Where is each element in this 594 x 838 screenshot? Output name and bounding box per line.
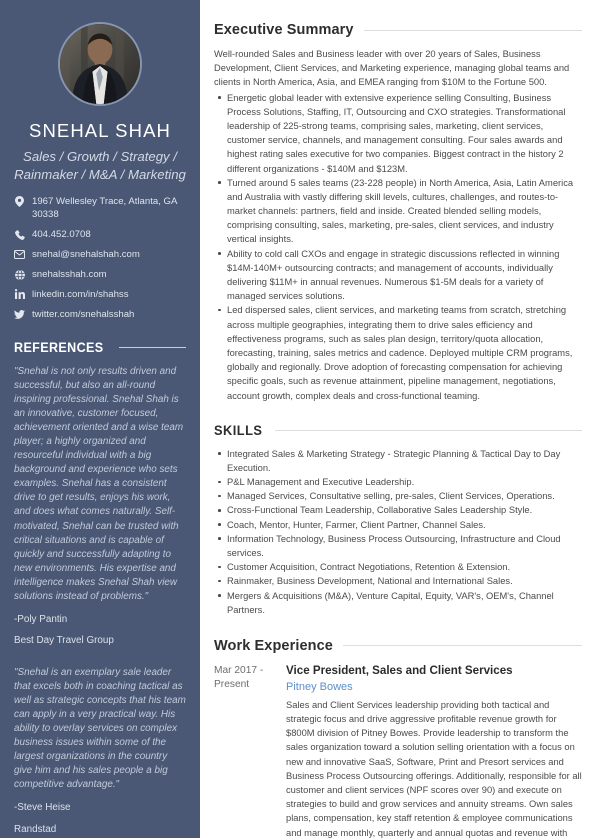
executive-summary-heading-label: Executive Summary bbox=[214, 22, 354, 38]
reference-item: "Snehal is not only results driven and s… bbox=[14, 365, 186, 649]
list-item: Turned around 5 sales teams (23-228 peop… bbox=[214, 176, 582, 247]
reference-author: -Steve Heise bbox=[14, 802, 71, 814]
reference-quote: "Snehal is not only results driven and s… bbox=[14, 365, 184, 602]
executive-summary-bullets: Energetic global leader with extensive e… bbox=[214, 91, 582, 403]
page-title: SNEHAL SHAH bbox=[29, 120, 171, 141]
list-item: Cross-Functional Team Leadership, Collab… bbox=[214, 503, 582, 517]
phone-icon bbox=[14, 229, 25, 240]
contact-email-text: snehal@snehalshah.com bbox=[32, 249, 140, 261]
list-item: Customer Acquisition, Contract Negotiati… bbox=[214, 560, 582, 574]
list-item: Managed Services, Consultative selling, … bbox=[214, 489, 582, 503]
executive-summary-intro: Well-rounded Sales and Business leader w… bbox=[214, 49, 570, 88]
skills-heading: SKILLS bbox=[214, 423, 582, 438]
avatar-container bbox=[14, 22, 186, 106]
work-experience-heading: Work Experience bbox=[214, 638, 582, 654]
reference-quote: "Snehal is an exemplary sale leader that… bbox=[14, 666, 186, 791]
skills-heading-rule bbox=[275, 429, 582, 431]
job-dates: Mar 2017 - Present bbox=[214, 664, 264, 690]
list-item: Led dispersed sales, client services, an… bbox=[214, 303, 582, 402]
reference-org: Best Day Travel Group bbox=[14, 635, 114, 647]
job-detail: Vice President, Sales and Client Service… bbox=[286, 663, 582, 838]
headline-tagline: Sales / Growth / Strategy / Rainmaker / … bbox=[14, 149, 186, 182]
reference-item: "Snehal is an exemplary sale leader that… bbox=[14, 666, 186, 837]
contact-website-text: snehalsshah.com bbox=[32, 269, 107, 281]
twitter-icon bbox=[14, 309, 25, 320]
job-company-link[interactable]: Pitney Bowes bbox=[286, 680, 582, 695]
references-heading-rule bbox=[119, 346, 186, 348]
work-experience-heading-label: Work Experience bbox=[214, 637, 333, 654]
avatar bbox=[58, 22, 142, 106]
work-experience-item: Mar 2017 - Present Vice President, Sales… bbox=[214, 663, 582, 838]
sidebar: SNEHAL SHAH Sales / Growth / Strategy / … bbox=[0, 0, 200, 838]
list-item: Ability to cold call CXOs and engage in … bbox=[214, 247, 582, 304]
executive-summary-heading: Executive Summary bbox=[214, 22, 582, 38]
contact-email[interactable]: snehal@snehalshah.com bbox=[14, 249, 186, 262]
contact-phone[interactable]: 404.452.0708 bbox=[14, 229, 186, 242]
contact-list: 1967 Wellesley Trace, Atlanta, GA 30338 … bbox=[14, 196, 186, 322]
list-item: Rainmaker, Business Development, Nationa… bbox=[214, 574, 582, 588]
email-icon bbox=[14, 249, 25, 260]
contact-address-text: 1967 Wellesley Trace, Atlanta, GA 30338 bbox=[32, 196, 177, 221]
contact-address[interactable]: 1967 Wellesley Trace, Atlanta, GA 30338 bbox=[14, 196, 186, 222]
job-title: Vice President, Sales and Client Service… bbox=[286, 663, 513, 677]
contact-linkedin[interactable]: linkedin.com/in/shahss bbox=[14, 289, 186, 302]
linkedin-icon bbox=[14, 289, 25, 300]
list-item: Mergers & Acquisitions (M&A), Venture Ca… bbox=[214, 589, 582, 617]
skills-heading-label: SKILLS bbox=[214, 422, 263, 438]
section-work-experience: Work Experience Mar 2017 - Present Vice … bbox=[214, 638, 582, 838]
reference-author: -Poly Pantin bbox=[14, 613, 68, 625]
main-content: Executive Summary Well-rounded Sales and… bbox=[200, 0, 594, 838]
list-item: P&L Management and Executive Leadership. bbox=[214, 475, 582, 489]
skills-bullets: Integrated Sales & Marketing Strategy - … bbox=[214, 447, 582, 617]
contact-website[interactable]: snehalsshah.com bbox=[14, 269, 186, 282]
list-item: Information Technology, Business Process… bbox=[214, 532, 582, 560]
references-heading: REFERENCES bbox=[14, 340, 186, 355]
reference-org: Randstad bbox=[14, 823, 57, 835]
references-heading-label: REFERENCES bbox=[14, 339, 104, 355]
portrait-photo-icon bbox=[60, 24, 140, 104]
resume-page: SNEHAL SHAH Sales / Growth / Strategy / … bbox=[0, 0, 594, 838]
section-skills: SKILLS Integrated Sales & Marketing Stra… bbox=[214, 423, 582, 617]
contact-twitter[interactable]: twitter.com/snehalsshah bbox=[14, 309, 186, 322]
work-experience-heading-rule bbox=[342, 645, 582, 647]
contact-twitter-text: twitter.com/snehalsshah bbox=[32, 308, 135, 320]
list-item: Energetic global leader with extensive e… bbox=[214, 91, 582, 176]
globe-icon bbox=[14, 269, 25, 280]
list-item: Integrated Sales & Marketing Strategy - … bbox=[214, 447, 582, 475]
job-description: Sales and Client Services leadership pro… bbox=[286, 699, 582, 838]
executive-summary-heading-rule bbox=[363, 29, 582, 31]
location-pin-icon bbox=[14, 196, 25, 208]
contact-phone-text: 404.452.0708 bbox=[32, 229, 91, 241]
list-item: Coach, Mentor, Hunter, Farmer, Client Pa… bbox=[214, 518, 582, 532]
section-executive-summary: Executive Summary Well-rounded Sales and… bbox=[214, 22, 582, 403]
contact-linkedin-text: linkedin.com/in/shahss bbox=[32, 288, 129, 300]
